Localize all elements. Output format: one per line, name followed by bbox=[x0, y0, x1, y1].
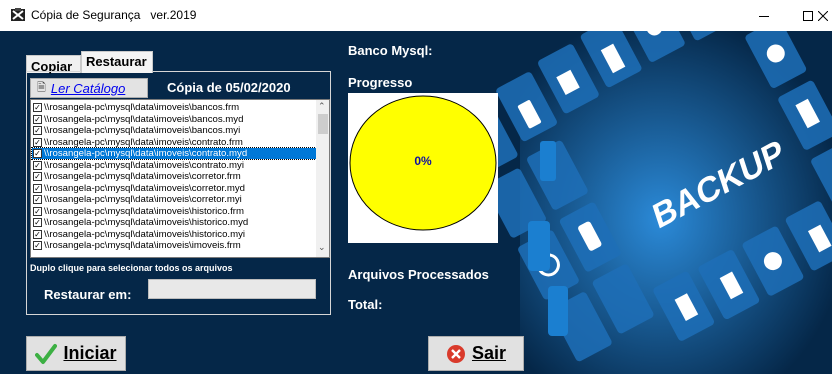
file-checkbox[interactable]: ✓ bbox=[33, 137, 42, 147]
file-path: \\rosangela-pc\mysql\data\imoveis\corret… bbox=[44, 194, 242, 205]
scroll-thumb[interactable] bbox=[318, 114, 328, 134]
select-all-hint: Duplo clique para selecionar todos os ar… bbox=[30, 263, 233, 273]
sair-button[interactable]: Sair bbox=[428, 336, 524, 371]
scroll-up-icon[interactable]: ⌃ bbox=[318, 101, 326, 112]
close-icon bbox=[817, 10, 828, 21]
file-checkbox[interactable]: ✓ bbox=[33, 183, 42, 193]
client-area: BACKUP Copiar Restaurar 🗎 Ler Catálogo C… bbox=[0, 31, 832, 374]
maximize-icon bbox=[803, 10, 813, 21]
file-list-scrollbar[interactable]: ⌃ ⌄ bbox=[316, 100, 329, 257]
file-list-item[interactable]: ✓ \\rosangela-pc\mysql\data\imoveis\contr… bbox=[32, 137, 316, 148]
app-tools-icon bbox=[11, 8, 25, 21]
file-checkbox[interactable]: ✓ bbox=[33, 195, 42, 204]
file-checkbox[interactable]: ✓ bbox=[33, 114, 42, 124]
file-list-item[interactable]: ✓ \\rosangela-pc\mysql\data\imoveis\contr… bbox=[32, 160, 316, 171]
file-list-item[interactable]: ✓ \\rosangela-pc\mysql\data\imoveis\corre… bbox=[32, 171, 316, 182]
minimize-icon bbox=[759, 15, 769, 17]
file-checkbox[interactable]: ✓ bbox=[33, 172, 42, 181]
file-checkbox[interactable]: ✓ bbox=[33, 229, 42, 239]
ler-catalogo-label: Ler Catálogo bbox=[50, 80, 126, 96]
progress-pie-chart bbox=[349, 95, 497, 231]
file-path: \\rosangela-pc\mysql\data\imoveis\corret… bbox=[44, 182, 246, 194]
file-path: \\rosangela-pc\mysql\data\imoveis\histor… bbox=[44, 228, 246, 240]
file-list-item[interactable]: ✓ \\rosangela-pc\mysql\data\imoveis\banco… bbox=[32, 114, 316, 125]
tab-restaurar[interactable]: Restaurar bbox=[81, 51, 153, 73]
progress-percent: 0% bbox=[414, 154, 432, 168]
file-path: \\rosangela-pc\mysql\data\imoveis\bancos… bbox=[44, 125, 241, 136]
arquivos-processados-label: Arquivos Processados bbox=[348, 267, 489, 282]
file-path: \\rosangela-pc\mysql\data\imoveis\contra… bbox=[44, 136, 243, 148]
file-list-item[interactable]: ✓ \\rosangela-pc\mysql\data\imoveis\corre… bbox=[32, 183, 316, 194]
restaurar-em-label: Restaurar em: bbox=[44, 287, 132, 302]
file-path: \\rosangela-pc\mysql\data\imoveis\bancos… bbox=[44, 102, 240, 113]
iniciar-button[interactable]: Iniciar bbox=[26, 336, 126, 371]
close-button[interactable] bbox=[813, 0, 832, 31]
file-list-item[interactable]: ✓ \\rosangela-pc\mysql\data\imoveis\banco… bbox=[32, 125, 316, 136]
file-checklist[interactable]: ✓ \\rosangela-pc\mysql\data\imoveis\banco… bbox=[30, 99, 330, 258]
scroll-down-icon[interactable]: ⌄ bbox=[318, 242, 326, 253]
file-list-item[interactable]: ✓ \\rosangela-pc\mysql\data\imoveis\banco… bbox=[32, 102, 316, 113]
checkmark-icon bbox=[35, 343, 58, 365]
file-checkbox[interactable]: ✓ bbox=[33, 149, 42, 158]
file-list-item[interactable]: ✓ \\rosangela-pc\mysql\data\imoveis\imove… bbox=[32, 240, 316, 251]
sair-label: Sair bbox=[471, 343, 507, 363]
file-path: \\rosangela-pc\mysql\data\imoveis\imovei… bbox=[44, 240, 241, 251]
progress-pie: 0% bbox=[348, 93, 498, 243]
copy-date-label: Cópia de 05/02/2020 bbox=[167, 80, 291, 95]
banco-mysql-label: Banco Mysql: bbox=[348, 43, 433, 58]
file-path: \\rosangela-pc\mysql\data\imoveis\corret… bbox=[44, 171, 241, 182]
file-checkbox[interactable]: ✓ bbox=[33, 218, 42, 227]
catalog-icon: 🗎 bbox=[37, 81, 46, 94]
file-path: \\rosangela-pc\mysql\data\imoveis\bancos… bbox=[44, 113, 244, 125]
file-list-item[interactable]: ✓ \\rosangela-pc\mysql\data\imoveis\histo… bbox=[32, 229, 316, 240]
file-checkbox[interactable]: ✓ bbox=[33, 160, 42, 170]
total-label: Total: bbox=[348, 297, 383, 312]
file-list-item[interactable]: ✓ \\rosangela-pc\mysql\data\imoveis\corre… bbox=[32, 194, 316, 205]
file-checkbox[interactable]: ✓ bbox=[33, 126, 42, 135]
file-path: \\rosangela-pc\mysql\data\imoveis\histor… bbox=[44, 217, 249, 228]
file-checkbox[interactable]: ✓ bbox=[33, 241, 42, 250]
file-list-item[interactable]: ✓ \\rosangela-pc\mysql\data\imoveis\histo… bbox=[32, 217, 316, 228]
file-checkbox[interactable]: ✓ bbox=[33, 206, 42, 216]
file-checkbox[interactable]: ✓ bbox=[33, 103, 42, 112]
restaurar-em-input[interactable] bbox=[148, 279, 316, 299]
title-bar: Cópia de Segurança ver.2019 bbox=[0, 0, 832, 31]
file-path: \\rosangela-pc\mysql\data\imoveis\contra… bbox=[44, 159, 244, 171]
exit-icon bbox=[446, 344, 466, 364]
iniciar-label: Iniciar bbox=[63, 343, 117, 363]
file-list-item[interactable]: ✓ \\rosangela-pc\mysql\data\imoveis\contr… bbox=[31, 147, 317, 160]
ler-catalogo-button[interactable]: 🗎 Ler Catálogo bbox=[30, 78, 148, 98]
window-title: Cópia de Segurança ver.2019 bbox=[31, 8, 197, 22]
file-path: \\rosangela-pc\mysql\data\imoveis\contra… bbox=[44, 148, 248, 159]
file-list-item[interactable]: ✓ \\rosangela-pc\mysql\data\imoveis\histo… bbox=[32, 206, 316, 217]
minimize-button[interactable] bbox=[741, 0, 787, 31]
progress-label: Progresso bbox=[348, 75, 413, 90]
file-path: \\rosangela-pc\mysql\data\imoveis\histor… bbox=[44, 205, 244, 217]
